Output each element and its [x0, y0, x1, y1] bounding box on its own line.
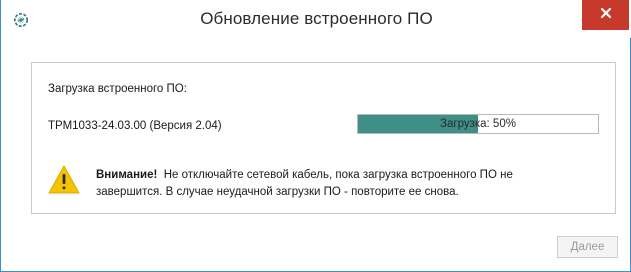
firmware-upload-panel: Загрузка встроенного ПО: ТРМ1033-24.03.0… — [31, 62, 616, 214]
warning-title: Внимание! — [96, 169, 158, 181]
title-bar: Обновление встроенного ПО — [1, 0, 631, 38]
warning-icon — [47, 164, 81, 195]
firmware-update-dialog: Обновление встроенного ПО Загрузка встро… — [0, 0, 631, 272]
next-button[interactable]: Далее — [557, 236, 618, 258]
close-button[interactable] — [582, 0, 629, 30]
warning-body: Не отключайте сетевой кабель, пока загру… — [96, 169, 513, 198]
window-title: Обновление встроенного ПО — [200, 9, 433, 28]
upload-progress-bar: Загрузка: 50% — [357, 114, 599, 134]
progress-text: Загрузка: 50% — [440, 118, 516, 130]
firmware-version-label: ТРМ1033-24.03.00 (Версия 2.04) — [48, 120, 222, 132]
close-icon — [600, 6, 612, 24]
loading-label: Загрузка встроенного ПО: — [48, 83, 187, 95]
warning-message: Внимание! Не отключайте сетевой кабель, … — [96, 167, 566, 201]
